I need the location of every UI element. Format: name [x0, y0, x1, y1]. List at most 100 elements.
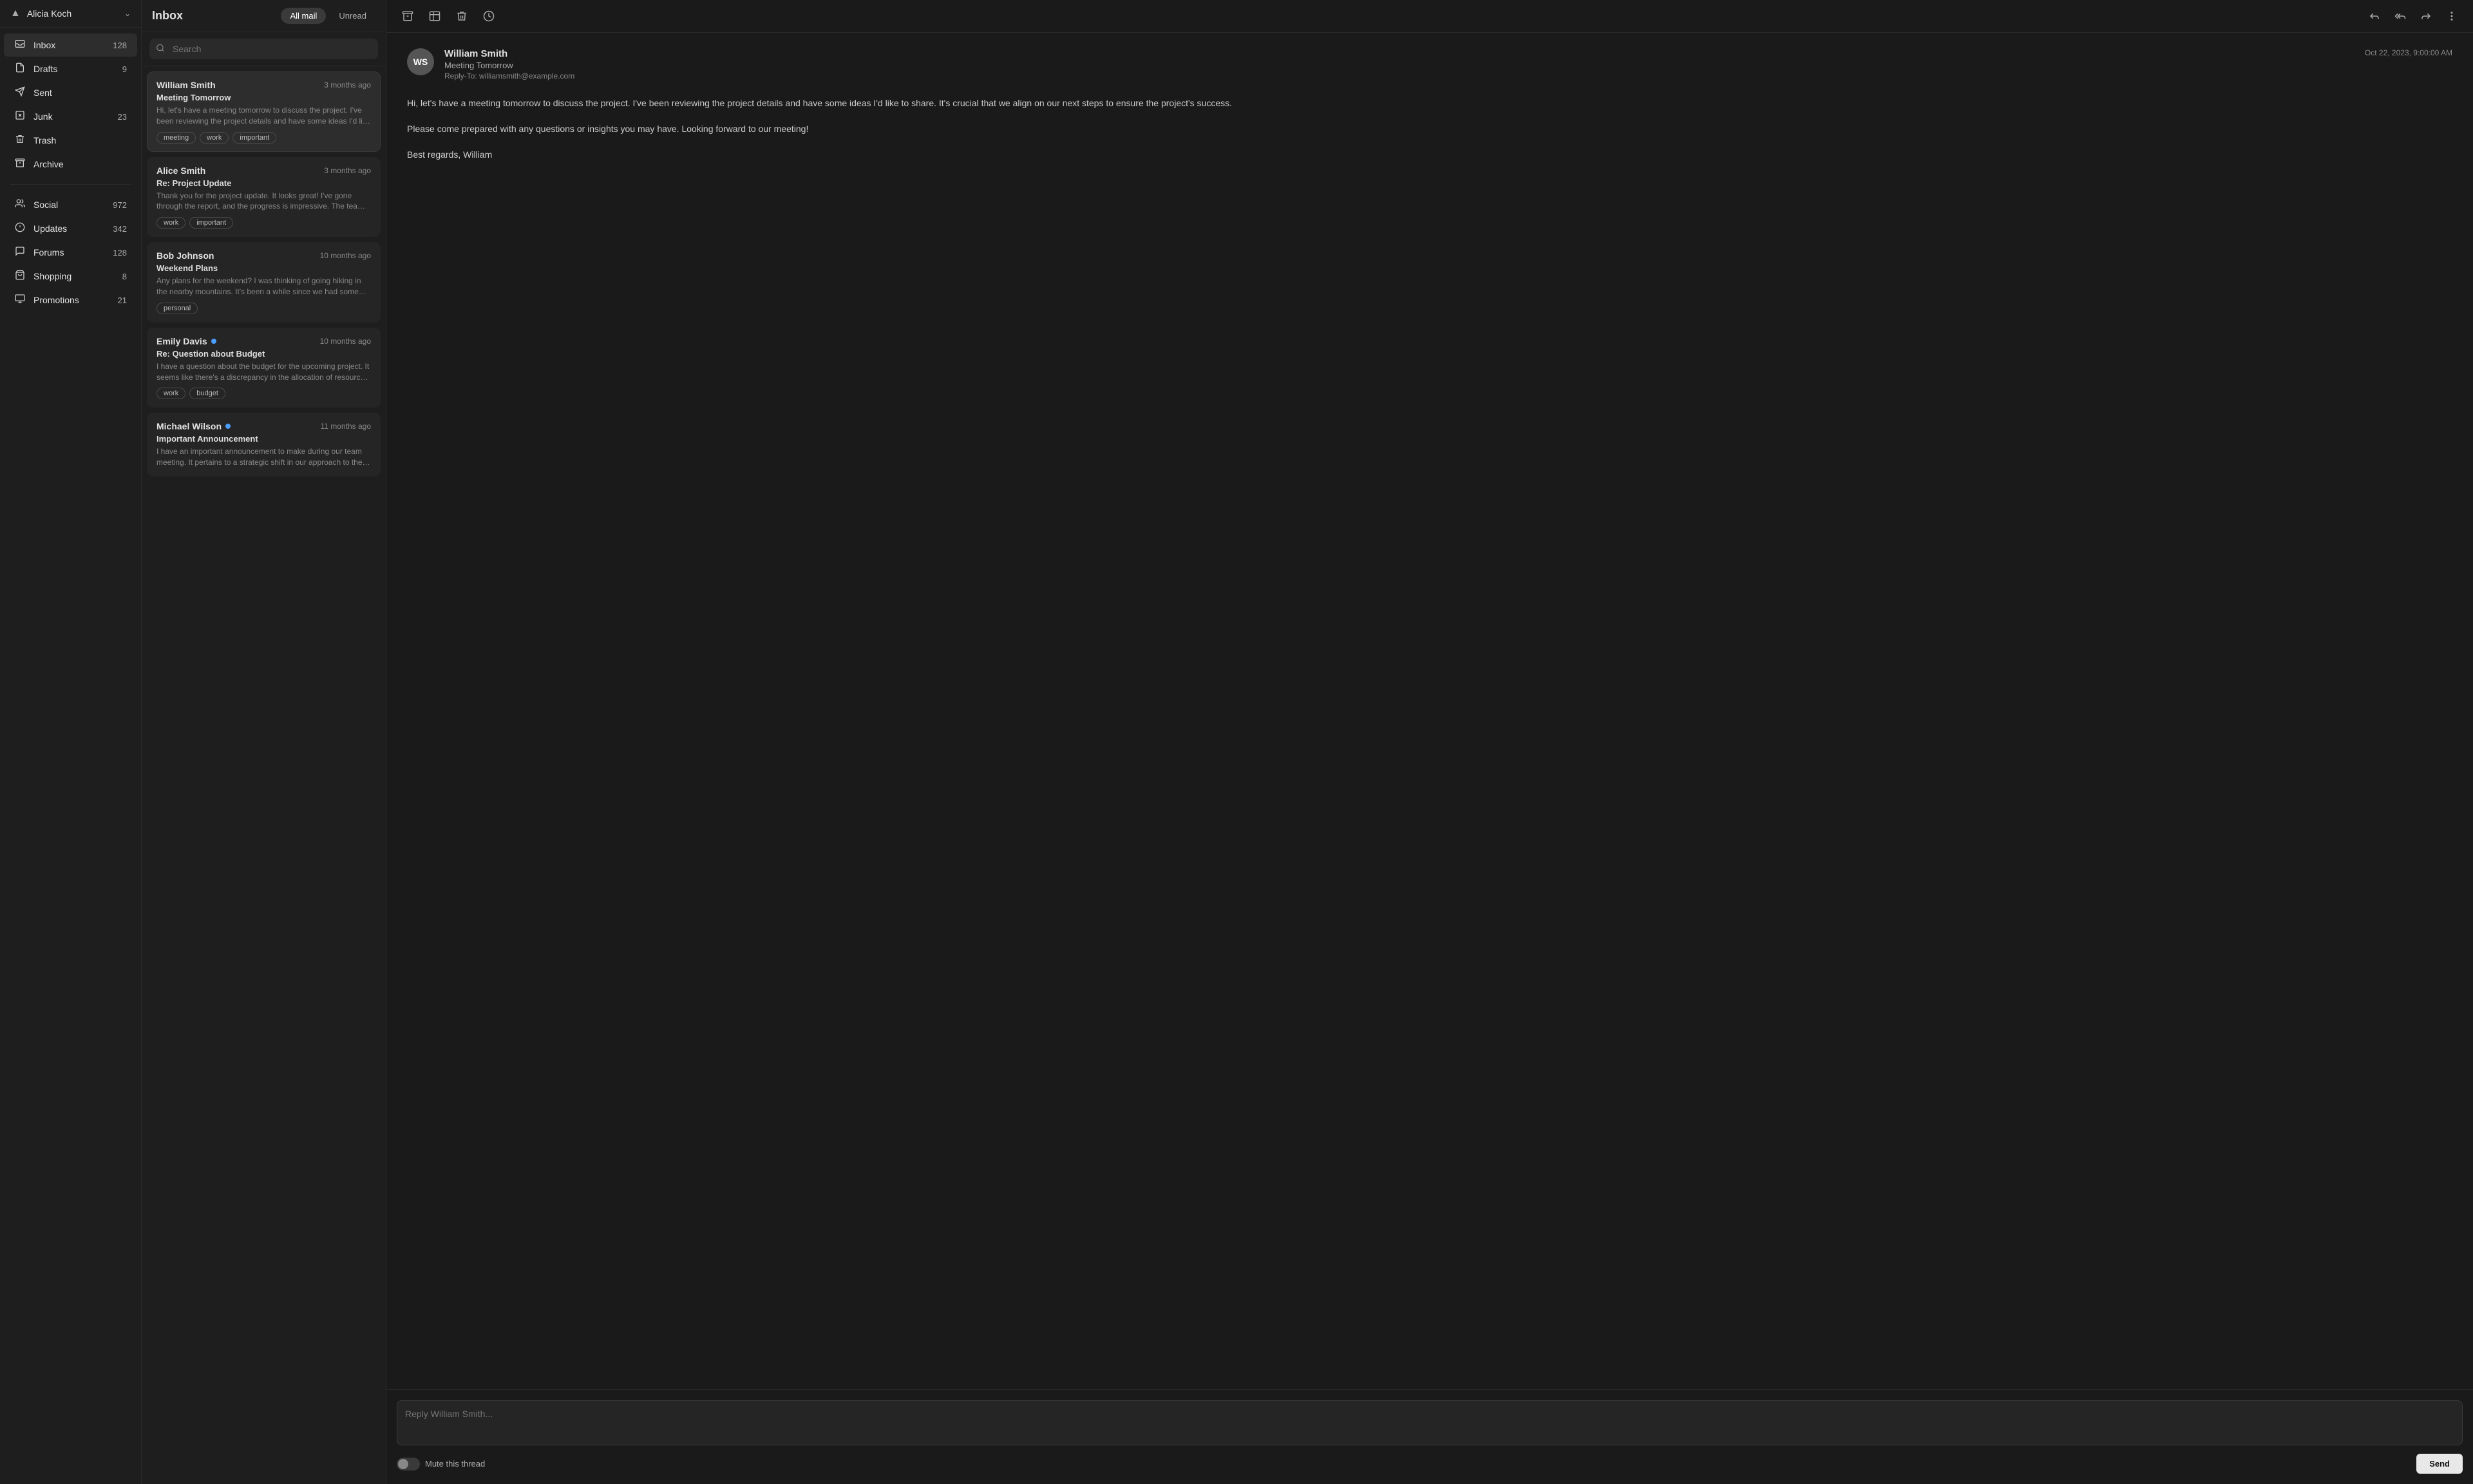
more-button[interactable]: [2441, 6, 2463, 26]
forums-label: Forums: [33, 247, 105, 258]
email-tags: meeting work important: [156, 132, 371, 144]
mute-label: Mute this thread: [425, 1459, 485, 1469]
email-item-header: William Smith 3 months ago: [156, 80, 371, 90]
email-time: 11 months ago: [321, 422, 372, 431]
email-item-5[interactable]: Michael Wilson 11 months ago Important A…: [147, 413, 381, 476]
body-paragraph-2: Please come prepared with any questions …: [407, 122, 2452, 137]
spam-button[interactable]: [424, 6, 446, 26]
inbox-icon: [14, 39, 26, 52]
chevron-down-icon: ⌄: [124, 9, 131, 18]
sidebar-item-forums[interactable]: Forums 128: [4, 241, 137, 264]
sidebar-item-trash[interactable]: Trash: [4, 129, 137, 152]
sidebar: ▲ Alicia Koch ⌄ Inbox 128 Drafts 9 Sent: [0, 0, 142, 1484]
tag-work: work: [156, 388, 185, 399]
archive-button[interactable]: [397, 6, 419, 26]
email-item-1[interactable]: William Smith 3 months ago Meeting Tomor…: [147, 71, 381, 152]
email-item-4[interactable]: Emily Davis 10 months ago Re: Question a…: [147, 328, 381, 408]
sender-name: Michael Wilson: [156, 421, 231, 431]
sidebar-item-social[interactable]: Social 972: [4, 193, 137, 216]
sidebar-item-archive[interactable]: Archive: [4, 153, 137, 176]
tag-personal: personal: [156, 303, 198, 314]
social-icon: [14, 198, 26, 211]
unread-filter-button[interactable]: Unread: [330, 8, 375, 24]
email-body: Hi, let's have a meeting tomorrow to dis…: [407, 96, 2452, 162]
trash-label: Trash: [33, 135, 119, 146]
email-preview: I have a question about the budget for t…: [156, 361, 371, 383]
reply-area: Mute this thread Send: [386, 1389, 2473, 1484]
delete-button[interactable]: [451, 6, 473, 26]
email-subject: Re: Question about Budget: [156, 349, 371, 359]
mute-toggle-switch[interactable]: [397, 1458, 420, 1470]
reply-all-button[interactable]: [2389, 6, 2411, 26]
reply-textarea[interactable]: [397, 1400, 2463, 1445]
email-subject: Weekend Plans: [156, 263, 371, 273]
email-preview: Thank you for the project update. It loo…: [156, 191, 371, 212]
sent-label: Sent: [33, 88, 119, 98]
promotions-icon: [14, 294, 26, 306]
sidebar-item-promotions[interactable]: Promotions 21: [4, 288, 137, 312]
email-detail-pane: WS William Smith Meeting Tomorrow Reply-…: [386, 0, 2473, 1484]
updates-badge: 342: [113, 224, 127, 234]
account-triangle-icon: ▲: [10, 8, 21, 19]
shopping-badge: 8: [122, 272, 127, 281]
search-bar: [142, 32, 386, 66]
body-paragraph-1: Hi, let's have a meeting tomorrow to dis…: [407, 96, 2452, 111]
detail-content: WS William Smith Meeting Tomorrow Reply-…: [386, 33, 2473, 1389]
promotions-badge: 21: [118, 296, 127, 305]
snooze-button[interactable]: [478, 6, 500, 26]
account-name: Alicia Koch: [27, 8, 118, 19]
sidebar-item-updates[interactable]: Updates 342: [4, 217, 137, 240]
search-icon: [156, 44, 165, 55]
filter-buttons: All mail Unread: [281, 8, 375, 24]
email-time: 10 months ago: [320, 337, 371, 346]
email-item-3[interactable]: Bob Johnson 10 months ago Weekend Plans …: [147, 242, 381, 323]
reply-footer: Mute this thread Send: [397, 1454, 2463, 1474]
detail-date: Oct 22, 2023, 9:00:00 AM: [2365, 48, 2452, 80]
updates-icon: [14, 222, 26, 235]
junk-icon: [14, 110, 26, 123]
inbox-badge: 128: [113, 41, 127, 50]
shopping-label: Shopping: [33, 271, 115, 281]
categories-nav: Social 972 Updates 342 Forums 128 Shoppi…: [0, 187, 141, 317]
sender-name: William Smith: [156, 80, 216, 90]
junk-badge: 23: [118, 112, 127, 122]
send-button[interactable]: Send: [2416, 1454, 2463, 1474]
trash-icon: [14, 134, 26, 147]
sender-name: Alice Smith: [156, 165, 205, 176]
reply-button[interactable]: [2364, 6, 2385, 26]
email-list: William Smith 3 months ago Meeting Tomor…: [142, 66, 386, 1484]
tag-meeting: meeting: [156, 132, 196, 144]
updates-label: Updates: [33, 223, 105, 234]
social-badge: 972: [113, 200, 127, 210]
shopping-icon: [14, 270, 26, 283]
unread-dot: [225, 424, 231, 429]
mute-toggle[interactable]: Mute this thread: [397, 1458, 485, 1470]
email-item-2[interactable]: Alice Smith 3 months ago Re: Project Upd…: [147, 157, 381, 238]
drafts-label: Drafts: [33, 64, 115, 74]
inbox-title: Inbox: [152, 9, 274, 23]
forums-icon: [14, 246, 26, 259]
body-paragraph-3: Best regards, William: [407, 147, 2452, 163]
drafts-badge: 9: [122, 64, 127, 74]
forward-button[interactable]: [2415, 6, 2437, 26]
all-mail-filter-button[interactable]: All mail: [281, 8, 326, 24]
sidebar-item-shopping[interactable]: Shopping 8: [4, 265, 137, 288]
detail-reply-to: Reply-To: williamsmith@example.com: [444, 71, 2355, 80]
promotions-label: Promotions: [33, 295, 110, 305]
sidebar-item-inbox[interactable]: Inbox 128: [4, 33, 137, 57]
search-input[interactable]: [149, 39, 378, 59]
email-tags: work budget: [156, 388, 371, 399]
email-list-header: Inbox All mail Unread: [142, 0, 386, 32]
sidebar-item-sent[interactable]: Sent: [4, 81, 137, 104]
tag-budget: budget: [189, 388, 225, 399]
inbox-label: Inbox: [33, 40, 105, 50]
email-tags: work important: [156, 217, 371, 229]
sidebar-item-drafts[interactable]: Drafts 9: [4, 57, 137, 80]
email-subject: Important Announcement: [156, 434, 371, 444]
email-item-header: Alice Smith 3 months ago: [156, 165, 371, 176]
account-header[interactable]: ▲ Alicia Koch ⌄: [0, 0, 141, 28]
sidebar-item-junk[interactable]: Junk 23: [4, 105, 137, 128]
email-item-header: Bob Johnson 10 months ago: [156, 250, 371, 261]
unread-dot: [211, 339, 216, 344]
email-item-header: Emily Davis 10 months ago: [156, 336, 371, 346]
